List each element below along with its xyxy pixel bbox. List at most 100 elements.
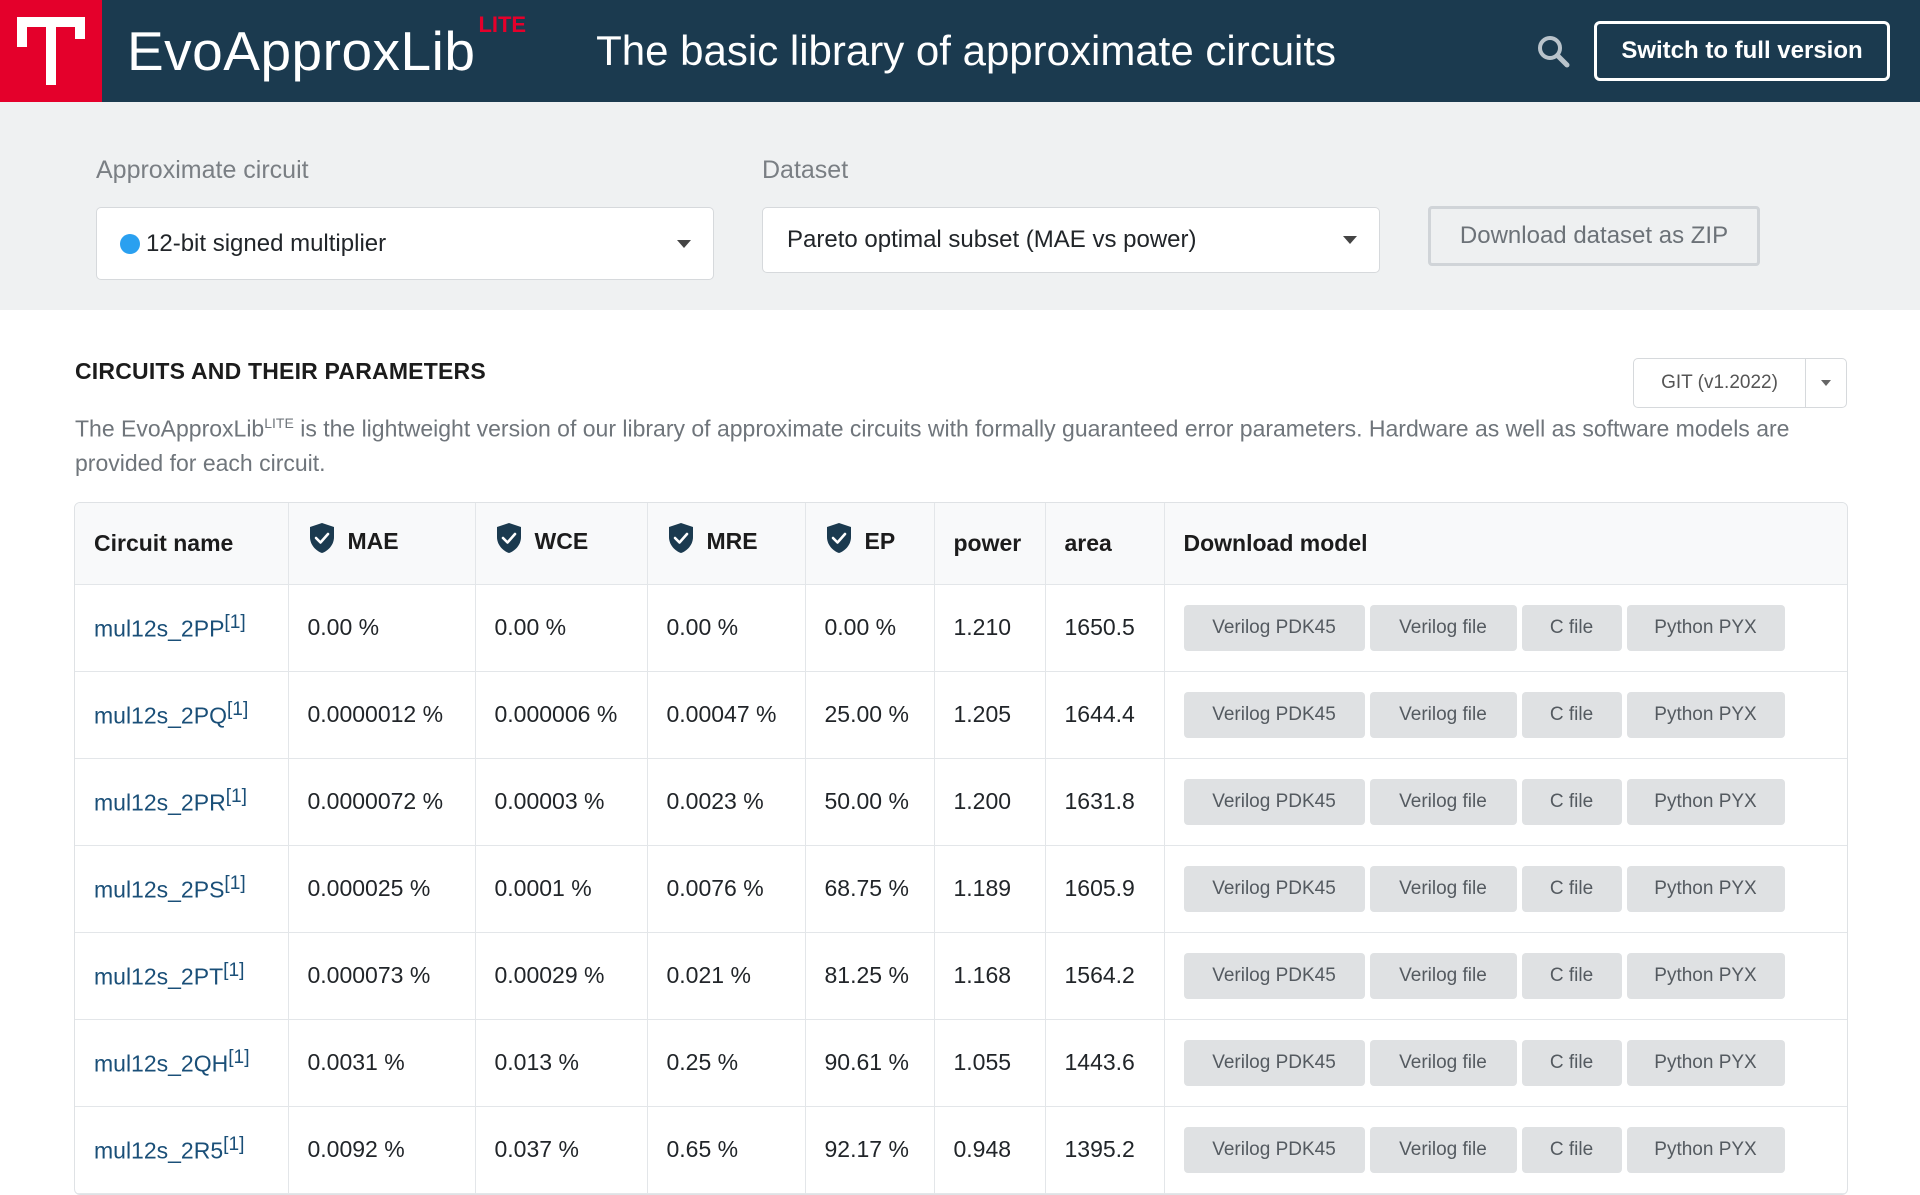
col-header-wce[interactable]: WCE <box>475 503 648 585</box>
c-file-button[interactable]: C file <box>1521 778 1622 825</box>
ep-cell: 81.25 % <box>805 932 935 1020</box>
c-file-button[interactable]: C file <box>1521 691 1622 738</box>
verilog-pdk45-button[interactable]: Verilog PDK45 <box>1183 1126 1365 1173</box>
circuit-select[interactable]: 12-bit signed multiplier <box>96 207 714 280</box>
reference-link[interactable]: [1] <box>223 960 244 981</box>
verilog-file-button[interactable]: Verilog file <box>1369 865 1517 912</box>
logo-t-icon[interactable] <box>0 0 102 102</box>
wce-cell: 0.0001 % <box>475 845 648 933</box>
reference-link[interactable]: [1] <box>224 612 245 633</box>
circuit-name-link[interactable]: mul12s_2R5 <box>94 1138 223 1164</box>
circuit-name-link[interactable]: mul12s_2PP <box>94 616 224 642</box>
circuit-name-cell: mul12s_2QH[1] <box>75 1019 289 1107</box>
col-header-name[interactable]: Circuit name <box>75 503 289 585</box>
reference-link[interactable]: [1] <box>223 1134 244 1155</box>
verilog-file-button[interactable]: Verilog file <box>1369 1039 1517 1086</box>
circuit-select-label: Approximate circuit <box>96 156 309 184</box>
python-pyx-button[interactable]: Python PYX <box>1626 1126 1785 1173</box>
mae-cell: 0.0031 % <box>288 1019 476 1107</box>
intro-text: The EvoApproxLibLITE is the lightweight … <box>75 406 1845 480</box>
table-row: mul12s_2PP[1] 0.00 % 0.00 % 0.00 % 0.00 % 1.2… <box>75 584 1847 672</box>
wce-cell: 0.00029 % <box>475 932 648 1020</box>
c-file-button[interactable]: C file <box>1521 1126 1622 1173</box>
filter-bar: Approximate circuit 12-bit signed multip… <box>0 102 1920 310</box>
intro-pre: The EvoApproxLib <box>75 415 265 442</box>
c-file-button[interactable]: C file <box>1521 952 1622 999</box>
python-pyx-button[interactable]: Python PYX <box>1626 1039 1785 1086</box>
area-cell: 1443.6 <box>1045 1019 1165 1107</box>
col-header-ep[interactable]: EP <box>805 503 935 585</box>
col-header-power[interactable]: power <box>934 503 1046 585</box>
col-header-area[interactable]: area <box>1045 503 1165 585</box>
circuit-name-link[interactable]: mul12s_2PR <box>94 790 226 816</box>
reference-link[interactable]: [1] <box>224 873 245 894</box>
circuit-name-cell: mul12s_2PQ[1] <box>75 671 289 759</box>
python-pyx-button[interactable]: Python PYX <box>1626 604 1785 651</box>
circuit-name-link[interactable]: mul12s_2PT <box>94 964 223 990</box>
intro-post: is the lightweight version of our librar… <box>75 415 1790 476</box>
verilog-pdk45-button[interactable]: Verilog PDK45 <box>1183 604 1365 651</box>
verilog-pdk45-button[interactable]: Verilog PDK45 <box>1183 865 1365 912</box>
version-dropdown[interactable]: GIT (v1.2022) <box>1633 358 1847 408</box>
download-cell: Verilog PDK45 Verilog file C file Python PY… <box>1164 671 1847 759</box>
col-header-mae[interactable]: MAE <box>288 503 476 585</box>
version-label[interactable]: GIT (v1.2022) <box>1634 359 1805 407</box>
circuit-name-link[interactable]: mul12s_2PQ <box>94 703 227 729</box>
power-cell: 1.055 <box>934 1019 1046 1107</box>
download-cell: Verilog PDK45 Verilog file C file Python PY… <box>1164 1106 1847 1194</box>
python-pyx-button[interactable]: Python PYX <box>1626 691 1785 738</box>
table-header-row: Circuit name MAE WCE MRE EP power area D… <box>75 503 1847 585</box>
col-header-mae-label: MAE <box>347 528 399 555</box>
mre-cell: 0.65 % <box>647 1106 806 1194</box>
chevron-down-icon[interactable] <box>1805 359 1846 407</box>
brand[interactable]: EvoApproxLib LITE <box>127 0 526 102</box>
verilog-pdk45-button[interactable]: Verilog PDK45 <box>1183 1039 1365 1086</box>
caret-down-icon <box>677 239 691 248</box>
verilog-file-button[interactable]: Verilog file <box>1369 1126 1517 1173</box>
circuit-name-link[interactable]: mul12s_2QH <box>94 1051 228 1077</box>
table-row: mul12s_2R5[1] 0.0092 % 0.037 % 0.65 % 92.17 … <box>75 1106 1847 1194</box>
reference-link[interactable]: [1] <box>226 786 247 807</box>
table-row: mul12s_2PR[1] 0.0000072 % 0.00003 % 0.0023 … <box>75 758 1847 846</box>
verilog-file-button[interactable]: Verilog file <box>1369 604 1517 651</box>
c-file-button[interactable]: C file <box>1521 865 1622 912</box>
verilog-file-button[interactable]: Verilog file <box>1369 691 1517 738</box>
col-header-mre[interactable]: MRE <box>647 503 806 585</box>
col-header-ep-label: EP <box>864 528 896 555</box>
search-icon[interactable] <box>1535 33 1571 69</box>
circuit-name-link[interactable]: mul12s_2PS <box>94 877 224 903</box>
python-pyx-button[interactable]: Python PYX <box>1626 865 1785 912</box>
verilog-file-button[interactable]: Verilog file <box>1369 952 1517 999</box>
verilog-pdk45-button[interactable]: Verilog PDK45 <box>1183 778 1365 825</box>
area-cell: 1644.4 <box>1045 671 1165 759</box>
dataset-select[interactable]: Pareto optimal subset (MAE vs power) <box>762 207 1380 273</box>
mae-cell: 0.0000012 % <box>288 671 476 759</box>
area-cell: 1605.9 <box>1045 845 1165 933</box>
mae-cell: 0.0092 % <box>288 1106 476 1194</box>
shield-check-icon <box>825 522 853 560</box>
python-pyx-button[interactable]: Python PYX <box>1626 778 1785 825</box>
col-header-download: Download model <box>1164 503 1847 585</box>
switch-full-version-button[interactable]: Switch to full version <box>1594 21 1890 81</box>
c-file-button[interactable]: C file <box>1521 1039 1622 1086</box>
table-row: mul12s_2QH[1] 0.0031 % 0.013 % 0.25 % 90.61 … <box>75 1019 1847 1107</box>
mae-cell: 0.000025 % <box>288 845 476 933</box>
verilog-file-button[interactable]: Verilog file <box>1369 778 1517 825</box>
reference-link[interactable]: [1] <box>227 699 248 720</box>
verilog-pdk45-button[interactable]: Verilog PDK45 <box>1183 952 1365 999</box>
section-title: CIRCUITS AND THEIR PARAMETERS <box>75 358 486 384</box>
ep-cell: 90.61 % <box>805 1019 935 1107</box>
python-pyx-button[interactable]: Python PYX <box>1626 952 1785 999</box>
area-cell: 1395.2 <box>1045 1106 1165 1194</box>
mre-cell: 0.00 % <box>647 584 806 672</box>
area-cell: 1631.8 <box>1045 758 1165 846</box>
table-row: mul12s_2PT[1] 0.000073 % 0.00029 % 0.021 % 8… <box>75 932 1847 1020</box>
download-zip-button[interactable]: Download dataset as ZIP <box>1428 206 1760 266</box>
ep-cell: 0.00 % <box>805 584 935 672</box>
brand-name: EvoApproxLib <box>127 20 476 82</box>
reference-link[interactable]: [1] <box>228 1047 249 1068</box>
c-file-button[interactable]: C file <box>1521 604 1622 651</box>
verilog-pdk45-button[interactable]: Verilog PDK45 <box>1183 691 1365 738</box>
circuit-name-cell: mul12s_2PP[1] <box>75 584 289 672</box>
circuit-name-cell: mul12s_2PS[1] <box>75 845 289 933</box>
